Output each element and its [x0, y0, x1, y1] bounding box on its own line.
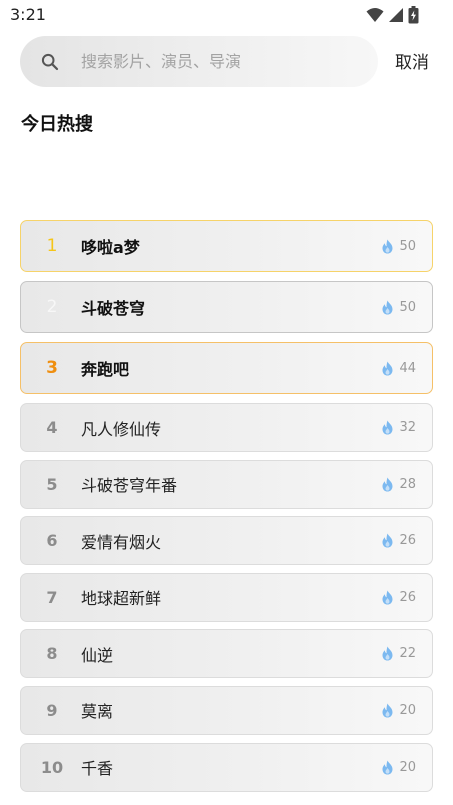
heat-value: 50: [399, 238, 416, 254]
cancel-button[interactable]: 取消: [395, 48, 429, 73]
heat-value: 26: [399, 589, 416, 605]
item-title: 仙逆: [81, 645, 114, 665]
heat-indicator: 44: [381, 361, 416, 376]
wifi-icon: [366, 7, 384, 23]
heat-value: 22: [399, 646, 416, 662]
heat-indicator: 20: [381, 703, 416, 718]
heat-value: 20: [399, 702, 416, 718]
search-icon: [40, 52, 60, 72]
heat-value: 20: [399, 759, 416, 775]
heat-value: 32: [399, 420, 416, 435]
rank-number: 6: [46, 531, 58, 551]
hot-item-9[interactable]: 9 莫离 20: [20, 685, 433, 735]
hot-item-3[interactable]: 3 奔跑吧 44: [20, 342, 433, 394]
heat-value: 50: [399, 299, 416, 315]
heat-indicator: 22: [381, 646, 416, 661]
hot-item-6[interactable]: 6 爱情有烟火 26: [20, 516, 433, 566]
flame-icon: [381, 300, 394, 315]
flame-icon: [381, 420, 394, 435]
heat-indicator: 50: [381, 239, 416, 254]
rank-number: 10: [40, 757, 64, 777]
flame-icon: [381, 590, 394, 605]
item-title: 爱情有烟火: [81, 532, 162, 552]
heat-value: 28: [399, 476, 416, 492]
rank-number: 8: [46, 644, 58, 664]
status-icons: [366, 6, 419, 24]
heat-indicator: 28: [381, 477, 416, 492]
hot-item-1[interactable]: 1 哆啦a梦 50: [20, 220, 433, 272]
signal-icon: [388, 7, 404, 23]
flame-icon: [381, 361, 394, 376]
flame-icon: [381, 239, 394, 254]
heat-value: 26: [399, 533, 416, 549]
hot-item-7[interactable]: 7 地球超新鲜 26: [20, 572, 433, 622]
heat-indicator: 32: [381, 420, 416, 435]
flame-icon: [381, 703, 394, 718]
flame-icon: [381, 646, 394, 661]
item-title: 千香: [81, 759, 114, 779]
item-title: 奔跑吧: [81, 360, 130, 379]
rank-number: 7: [46, 587, 58, 607]
hot-item-10[interactable]: 10 千香 20: [20, 742, 433, 792]
rank-number: 5: [46, 474, 58, 494]
section-title: 今日热搜: [21, 114, 93, 135]
heat-indicator: 26: [381, 533, 416, 548]
search-input[interactable]: [81, 52, 321, 71]
hot-item-5[interactable]: 5 斗破苍穹年番 28: [20, 459, 433, 509]
item-title: 斗破苍穹年番: [81, 476, 178, 496]
heat-value: 44: [399, 360, 416, 376]
status-bar: 3:21: [0, 0, 453, 30]
flame-icon: [381, 533, 394, 548]
rank-number: 1: [46, 236, 58, 256]
heat-indicator: 26: [381, 590, 416, 605]
rank-number: 4: [46, 418, 58, 437]
item-title: 地球超新鲜: [81, 589, 162, 609]
search-bar[interactable]: [20, 36, 378, 87]
item-title: 莫离: [81, 702, 114, 722]
rank-number: 3: [46, 358, 58, 378]
flame-icon: [381, 477, 394, 492]
item-title: 凡人修仙传: [81, 419, 162, 439]
hot-search-list: 1 哆啦a梦 50 2 斗破苍穹 50 3 奔跑吧 44 4 凡人修仙传 3 2 …: [20, 220, 433, 799]
item-title: 哆啦a梦: [81, 238, 140, 257]
heat-indicator: 20: [381, 760, 416, 775]
rank-number: 2: [46, 297, 58, 317]
rank-number: 9: [46, 700, 58, 720]
status-time: 3:21: [10, 5, 46, 24]
battery-icon: [408, 6, 419, 24]
hot-item-4[interactable]: 4 凡人修仙传 32: [20, 403, 433, 452]
hot-item-2[interactable]: 2 斗破苍穹 50: [20, 281, 433, 333]
heat-indicator: 50: [381, 300, 416, 315]
flame-icon: [381, 760, 394, 775]
item-title: 斗破苍穹: [81, 299, 146, 318]
hot-item-8[interactable]: 8 仙逆 22: [20, 629, 433, 679]
